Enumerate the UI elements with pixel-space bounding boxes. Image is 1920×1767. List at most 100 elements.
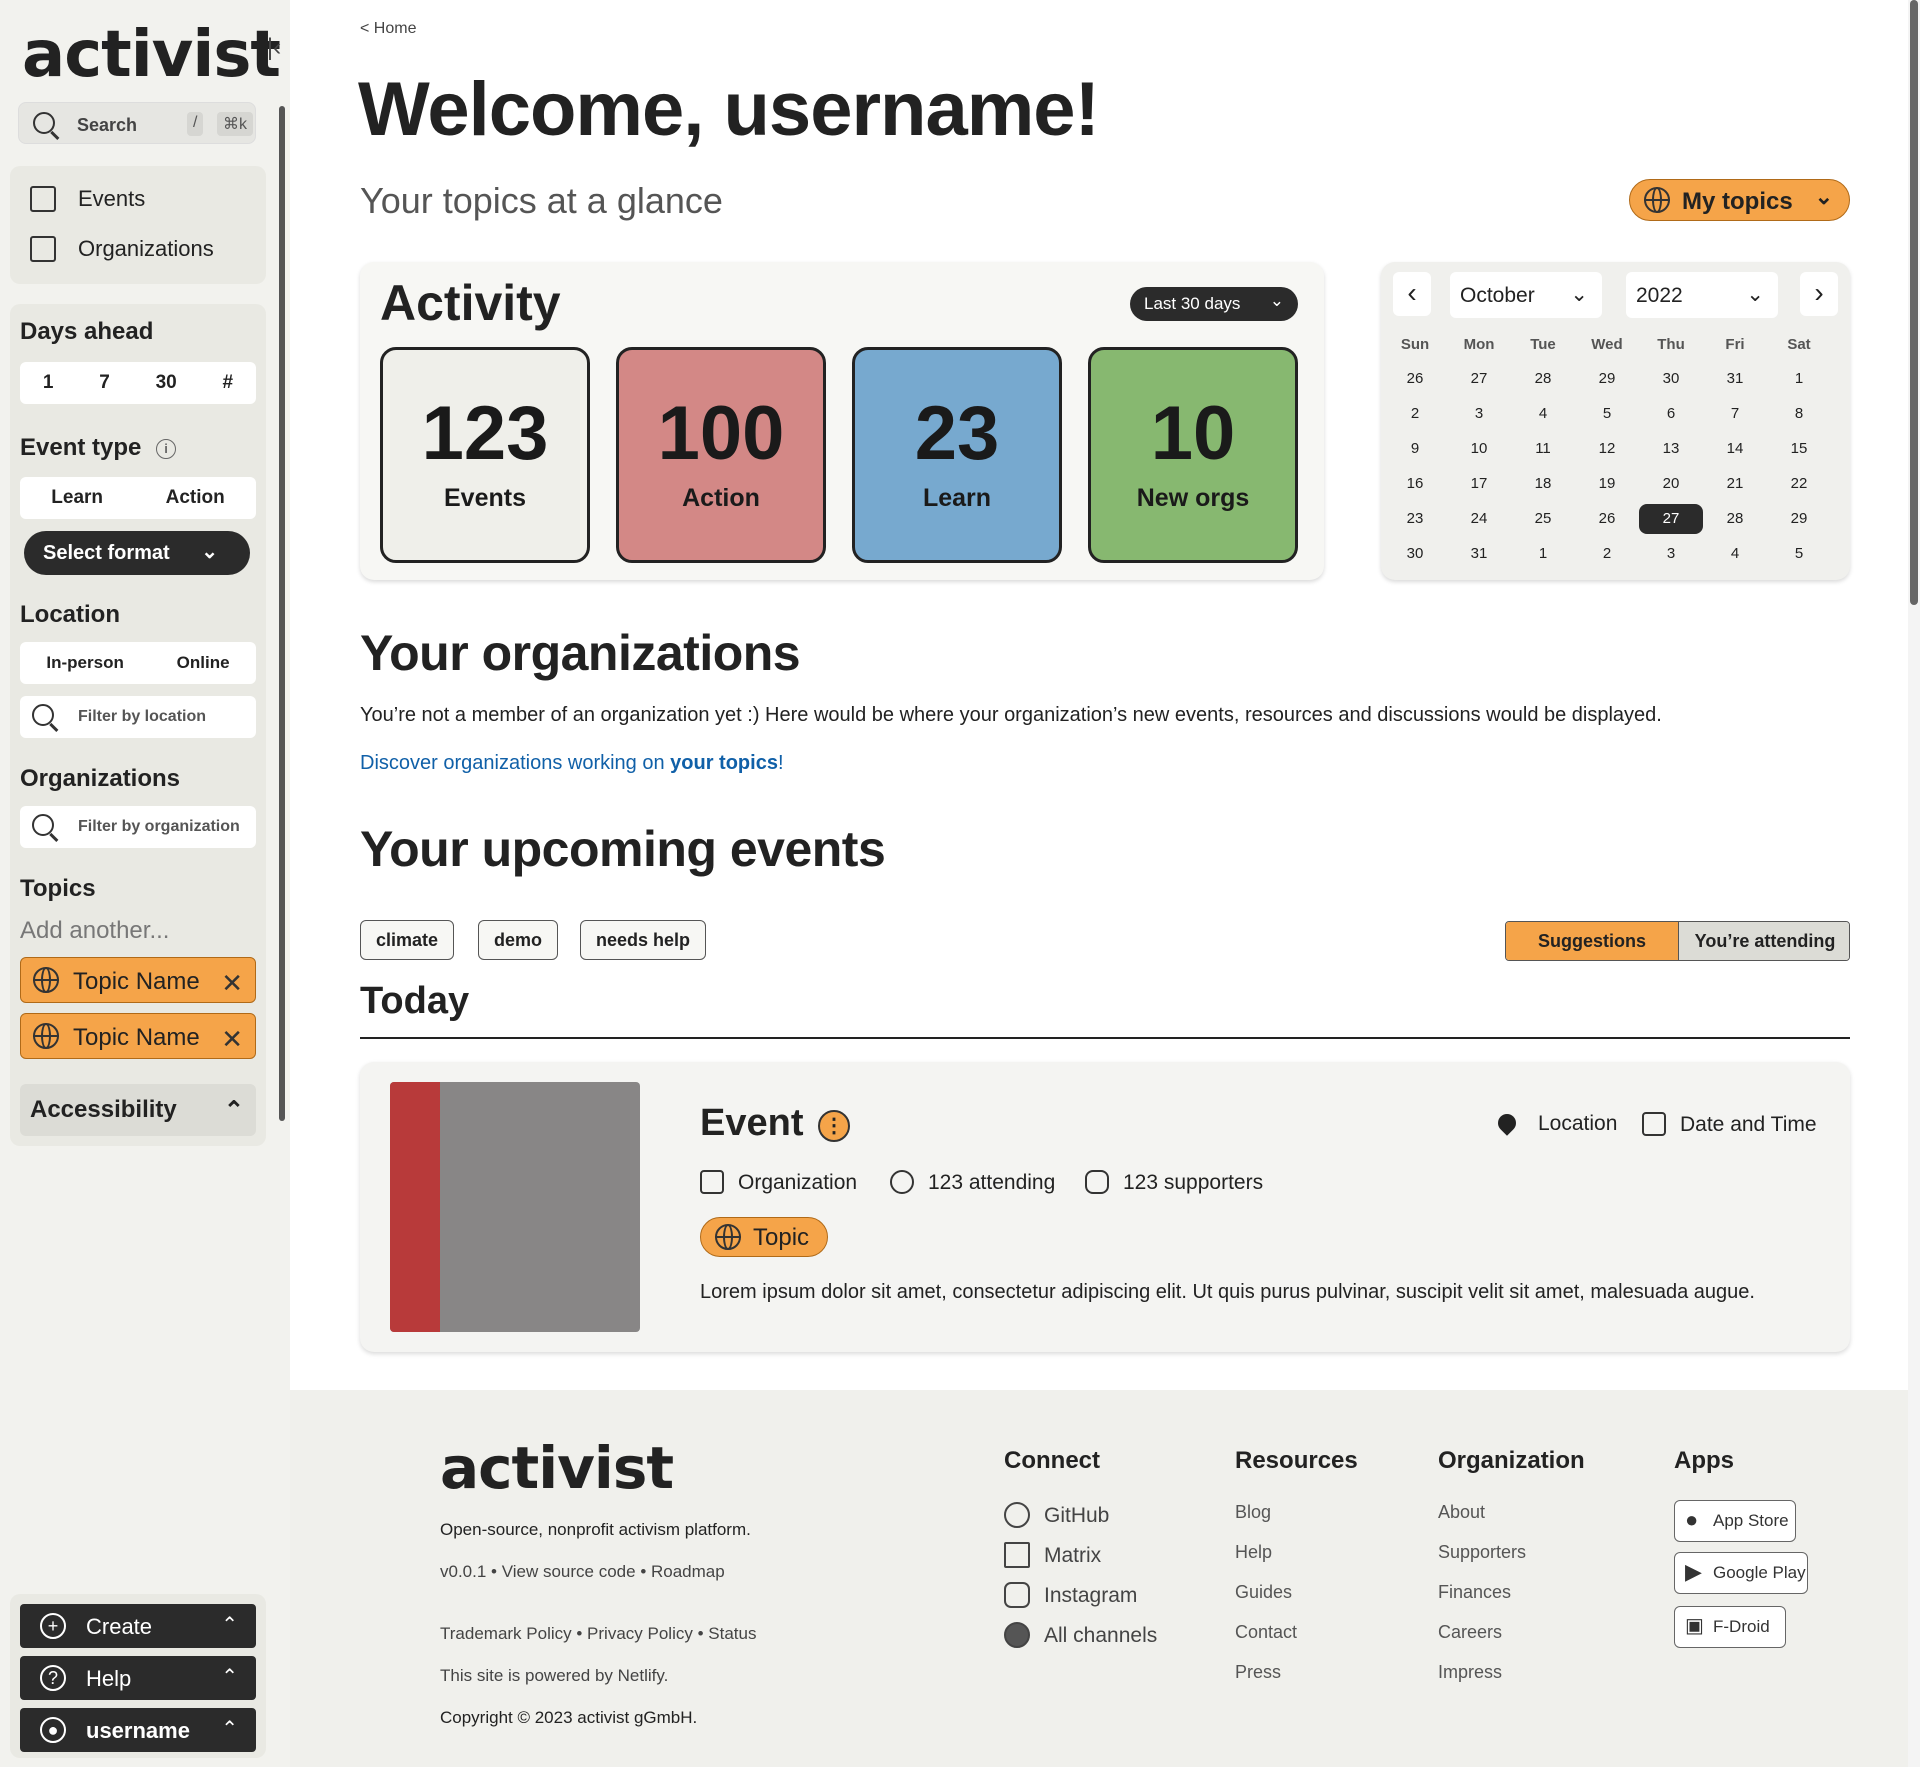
calendar-day[interactable]: 22 [1767, 469, 1831, 499]
supporters-link[interactable]: Supporters [1438, 1542, 1526, 1563]
calendar-day[interactable]: 27 [1447, 364, 1511, 394]
info-icon[interactable]: i [156, 439, 177, 459]
calendar-day[interactable]: 29 [1767, 504, 1831, 534]
calendar-day[interactable]: 2 [1383, 399, 1447, 429]
discover-organizations-link[interactable]: Discover organizations working on your t… [360, 752, 784, 775]
calendar-day[interactable]: 21 [1703, 469, 1767, 499]
google-play-badge[interactable]: ▶ Google Play [1674, 1552, 1808, 1594]
footer-logo[interactable]: activist [440, 1434, 674, 1502]
location-in-person[interactable]: In-person [46, 653, 123, 673]
calendar-day[interactable]: 2 [1575, 539, 1639, 569]
days-ahead-custom[interactable]: # [223, 372, 234, 394]
calendar-day[interactable]: 30 [1639, 364, 1703, 394]
impress-link[interactable]: Impress [1438, 1662, 1502, 1683]
calendar-day[interactable]: 19 [1575, 469, 1639, 499]
close-icon[interactable]: ✕ [221, 1024, 243, 1055]
collapse-left-icon[interactable]: |‹ [262, 34, 286, 64]
calendar-day[interactable]: 5 [1767, 539, 1831, 569]
calendar-day[interactable]: 4 [1703, 539, 1767, 569]
scroll-thumb[interactable] [1910, 0, 1918, 605]
instagram-link[interactable]: Instagram [1004, 1582, 1137, 1608]
calendar-day[interactable]: 14 [1703, 434, 1767, 464]
event-title[interactable]: Event [700, 1102, 803, 1145]
calendar-day[interactable]: 12 [1575, 434, 1639, 464]
calendar-day[interactable]: 28 [1703, 504, 1767, 534]
matrix-link[interactable]: Matrix [1004, 1542, 1101, 1568]
help-link[interactable]: Help [1235, 1542, 1272, 1563]
month-select[interactable]: October ⌄ [1450, 272, 1602, 318]
accessibility-toggle[interactable]: Accessibility ⌃ [20, 1084, 256, 1136]
trademark-link[interactable]: Trademark Policy [440, 1624, 572, 1643]
create-button[interactable]: + Create ⌃ [20, 1604, 256, 1648]
event-card[interactable]: Event ⋮ Location Date and Time Organizat… [360, 1062, 1850, 1352]
f-droid-badge[interactable]: ▣ F-Droid [1674, 1606, 1786, 1648]
roadmap-link[interactable]: Roadmap [651, 1562, 725, 1581]
filter-chip-climate[interactable]: climate [360, 920, 455, 960]
your-topics-link[interactable]: your topics [670, 752, 778, 774]
privacy-link[interactable]: Privacy Policy [587, 1624, 693, 1643]
menu-dots-icon[interactable]: ⋮ [818, 1110, 850, 1142]
close-icon[interactable]: ✕ [221, 968, 243, 999]
calendar-day[interactable]: 10 [1447, 434, 1511, 464]
stat-card-learn[interactable]: 23 Learn [852, 347, 1062, 563]
days-ahead-7[interactable]: 7 [99, 372, 110, 394]
calendar-day[interactable]: 16 [1383, 469, 1447, 499]
all-channels-link[interactable]: All channels [1004, 1622, 1157, 1648]
chevron-left-icon[interactable]: ‹ [1393, 272, 1431, 316]
calendar-day[interactable]: 1 [1511, 539, 1575, 569]
blog-link[interactable]: Blog [1235, 1502, 1271, 1523]
filter-chip-demo[interactable]: demo [478, 920, 559, 960]
calendar-day[interactable]: 26 [1383, 364, 1447, 394]
event-type-action[interactable]: Action [166, 487, 225, 509]
contact-link[interactable]: Contact [1235, 1622, 1297, 1643]
tab-suggestions[interactable]: Suggestions [1506, 922, 1678, 960]
calendar-day[interactable]: 3 [1447, 399, 1511, 429]
sidebar-scrollbar[interactable] [279, 106, 285, 1121]
calendar-day[interactable]: 1 [1767, 364, 1831, 394]
calendar-day[interactable]: 27 [1639, 504, 1703, 534]
calendar-day[interactable]: 23 [1383, 504, 1447, 534]
careers-link[interactable]: Careers [1438, 1622, 1502, 1643]
user-button[interactable]: ● username ⌃ [20, 1708, 256, 1752]
page-scrollbar[interactable] [1908, 0, 1920, 1767]
logo[interactable]: activist [22, 18, 281, 92]
source-code-link[interactable]: View source code [502, 1562, 636, 1581]
calendar-day[interactable]: 24 [1447, 504, 1511, 534]
calendar-day[interactable]: 18 [1511, 469, 1575, 499]
calendar-day[interactable]: 9 [1383, 434, 1447, 464]
calendar-day[interactable]: 5 [1575, 399, 1639, 429]
tab-attending[interactable]: You’re attending [1678, 922, 1849, 960]
calendar-day[interactable]: 30 [1383, 539, 1447, 569]
date-range-dropdown[interactable]: Last 30 days ⌄ [1130, 287, 1298, 321]
days-ahead-1[interactable]: 1 [43, 372, 54, 394]
calendar-day[interactable]: 25 [1511, 504, 1575, 534]
calendar-day[interactable]: 31 [1703, 364, 1767, 394]
github-link[interactable]: GitHub [1004, 1502, 1109, 1528]
breadcrumb[interactable]: < Home [360, 20, 416, 38]
location-online[interactable]: Online [177, 653, 230, 673]
event-type-learn[interactable]: Learn [51, 487, 103, 509]
topic-chip[interactable]: Topic Name ✕ [20, 957, 256, 1003]
app-store-badge[interactable]: ● App Store [1674, 1500, 1796, 1542]
calendar-day[interactable]: 15 [1767, 434, 1831, 464]
calendar-day[interactable]: 28 [1511, 364, 1575, 394]
calendar-day[interactable]: 8 [1767, 399, 1831, 429]
organization-filter-input[interactable]: Filter by organization [20, 806, 256, 848]
guides-link[interactable]: Guides [1235, 1582, 1292, 1603]
calendar-day[interactable]: 26 [1575, 504, 1639, 534]
calendar-day[interactable]: 3 [1639, 539, 1703, 569]
calendar-day[interactable]: 31 [1447, 539, 1511, 569]
filter-chip-needs-help[interactable]: needs help [580, 920, 707, 960]
calendar-day[interactable]: 7 [1703, 399, 1767, 429]
search-bar[interactable]: Search / ⌘k [18, 102, 256, 144]
event-organization[interactable]: Organization [700, 1170, 857, 1195]
calendar-day[interactable]: 11 [1511, 434, 1575, 464]
stat-card-action[interactable]: 100 Action [616, 347, 826, 563]
status-link[interactable]: Status [708, 1624, 756, 1643]
help-button[interactable]: ? Help ⌃ [20, 1656, 256, 1700]
about-link[interactable]: About [1438, 1502, 1485, 1523]
calendar-day[interactable]: 17 [1447, 469, 1511, 499]
add-topic-input[interactable]: Add another... [20, 917, 169, 945]
calendar-day[interactable]: 29 [1575, 364, 1639, 394]
location-filter-input[interactable]: Filter by location [20, 696, 256, 738]
